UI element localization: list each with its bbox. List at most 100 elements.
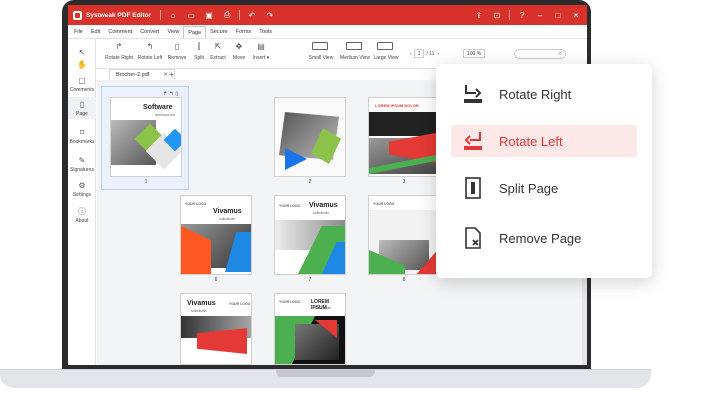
laptop-notch [276, 370, 375, 377]
thumb-subtitle: sollicitudin [219, 217, 236, 221]
undo-icon[interactable]: ↶ [247, 10, 257, 20]
hand-tool[interactable]: ✋ [68, 59, 96, 70]
hand-icon: ✋ [77, 60, 87, 69]
redo-icon[interactable]: ↷ [265, 10, 275, 20]
small-view-label: Small View [308, 55, 334, 61]
page-thumbnail-7[interactable]: YOUR LOGO Vivamus sollicitudin [274, 195, 346, 275]
page-number-input[interactable]: 1 [413, 49, 425, 58]
thumb-subtitle: sollicitudin [315, 306, 332, 310]
menu-edit[interactable]: Edit [87, 26, 104, 38]
insert-tool[interactable]: ▤ Insert ▾ [246, 42, 276, 61]
menu-secure[interactable]: Secure [206, 26, 231, 38]
minimize-icon[interactable]: – [535, 10, 545, 20]
thumb-logo: YOUR LOGO [279, 204, 301, 208]
page-thumbnail-2[interactable] [274, 97, 346, 177]
thumb-title: Software [143, 104, 173, 111]
page-number: 6 [214, 277, 218, 283]
cursor-icon: ↖ [78, 48, 86, 57]
thumb-subtitle: sollicitudin [313, 211, 330, 215]
page-thumbnail-9[interactable]: Vivamus sollicitudin YOUR LOGO [180, 293, 252, 365]
page-navigator: ‹ 1 / 11 › [410, 49, 439, 58]
menu-view[interactable]: View [163, 26, 183, 38]
split-page-icon [461, 176, 485, 200]
cart-icon[interactable]: ⊡ [492, 10, 502, 20]
sidebar-item-page[interactable]: ▯ Page [68, 97, 96, 119]
delete-icon[interactable]: ▯ [175, 91, 178, 97]
page-thumbnail-6[interactable]: YOUR LOGO Vivamus sollicitudin [180, 195, 252, 275]
menu-convert[interactable]: Convert [136, 26, 163, 38]
medium-view-tool[interactable]: Medium View [340, 42, 370, 61]
menu-file[interactable]: File [70, 26, 87, 38]
move-label: Move [232, 55, 246, 61]
rotate-right-menu-item[interactable]: Rotate Right [451, 78, 637, 110]
insert-icon: ▤ [257, 42, 265, 51]
thumb-logo: YOUR LOGO [185, 202, 207, 206]
thumb-title: Vivamus [213, 208, 242, 215]
share-icon[interactable]: ⇪ [474, 10, 484, 20]
split-page-label: Split Page [499, 180, 559, 196]
maximize-icon[interactable]: □ [553, 10, 563, 20]
search-input[interactable]: ⌕ [514, 49, 566, 59]
large-view-label: Large View [373, 55, 399, 61]
remove-page-menu-item[interactable]: Remove Page [451, 222, 637, 254]
thumb-title: Vivamus [309, 202, 338, 209]
sidebar-label: Signatures [70, 167, 94, 173]
search-icon: ⌕ [558, 51, 562, 57]
menu-tools[interactable]: Tools [255, 26, 276, 38]
document-tab[interactable]: Brocher-2.pdf ✕ [109, 69, 175, 80]
page-thumbnail-1[interactable]: Software development [110, 97, 182, 177]
sidebar-item-bookmarks[interactable]: ⌑ Bookmarks [68, 127, 96, 145]
page-thumbnail-10[interactable]: YOUR LOGO LOREM IPSUM sollicitudin [274, 293, 346, 365]
rotate-left-icon: ↰ [146, 42, 154, 51]
sidebar-item-signatures[interactable]: ✎ Signatures [68, 155, 96, 173]
page-thumbnail-3[interactable]: LOREM IPSUM DOLOR [368, 97, 440, 177]
sidebar-item-about[interactable]: ⓘ About [68, 206, 96, 224]
sidebar-label: Settings [72, 192, 92, 198]
pointer-tool[interactable]: ↖ [68, 47, 96, 58]
small-view-tool[interactable]: Small View [306, 42, 336, 61]
app-title: Systweak PDF Editor [86, 11, 152, 19]
sidebar-label: About [75, 218, 89, 224]
large-view-tool[interactable]: Large View [371, 42, 401, 61]
rotate-left-menu-item[interactable]: Rotate Left [451, 125, 637, 157]
print-icon[interactable]: ⎙ [222, 10, 232, 20]
home-icon[interactable]: ⌂ [168, 10, 178, 20]
zoom-select[interactable]: 100 % [463, 49, 486, 58]
divider [239, 10, 241, 20]
open-folder-icon[interactable]: ▭ [186, 10, 196, 20]
app-logo-icon [73, 10, 82, 20]
split-page-menu-item[interactable]: Split Page [451, 172, 637, 204]
rotate-right-icon: ↱ [115, 42, 123, 51]
sidebar-item-settings[interactable]: ⚙ Settings [68, 180, 96, 198]
close-tab-icon[interactable]: ✕ [163, 70, 168, 81]
rotate-left-tool[interactable]: ↰ Rotate Left [135, 42, 165, 61]
sidebar-label: Bookmarks [69, 139, 95, 145]
rotate-left-label: Rotate Left [499, 133, 563, 149]
prev-page-icon[interactable]: ‹ [410, 51, 412, 57]
divider [509, 10, 510, 20]
new-tab-icon[interactable]: + [169, 69, 174, 80]
remove-page-label: Remove Page [499, 230, 582, 246]
sidebar-item-comments[interactable]: ▢ Comments [68, 75, 96, 93]
info-icon: ⓘ [78, 207, 86, 216]
menu-comment[interactable]: Comment [104, 26, 136, 38]
help-icon[interactable]: ? [517, 10, 527, 20]
rotate-left-icon[interactable]: ↰ [169, 91, 173, 97]
menu-page[interactable]: Page [183, 25, 207, 38]
page-thumbnail-8[interactable]: YOUR LOGO [368, 195, 440, 275]
medium-view-icon [346, 42, 364, 52]
rotate-left-label: Rotate Left [137, 55, 163, 61]
close-icon[interactable]: ✕ [571, 10, 581, 20]
comment-icon: ▢ [78, 76, 86, 85]
rotate-right-icon[interactable]: ↱ [163, 91, 167, 97]
remove-page-icon: ▯ [174, 42, 180, 51]
thumb-logo: YOUR LOGO [373, 202, 395, 206]
document-tab-name: Brocher-2.pdf [116, 71, 150, 78]
page-context-menu: Rotate Right Rotate Left Split Page Remo… [436, 64, 652, 278]
save-icon[interactable]: ▣ [204, 10, 214, 20]
next-page-icon[interactable]: › [437, 51, 439, 57]
menu-forms[interactable]: Forms [232, 26, 256, 38]
large-view-icon [377, 42, 395, 52]
thumb-subtitle: development [155, 113, 176, 117]
rotate-right-tool[interactable]: ↱ Rotate Right [104, 42, 134, 61]
